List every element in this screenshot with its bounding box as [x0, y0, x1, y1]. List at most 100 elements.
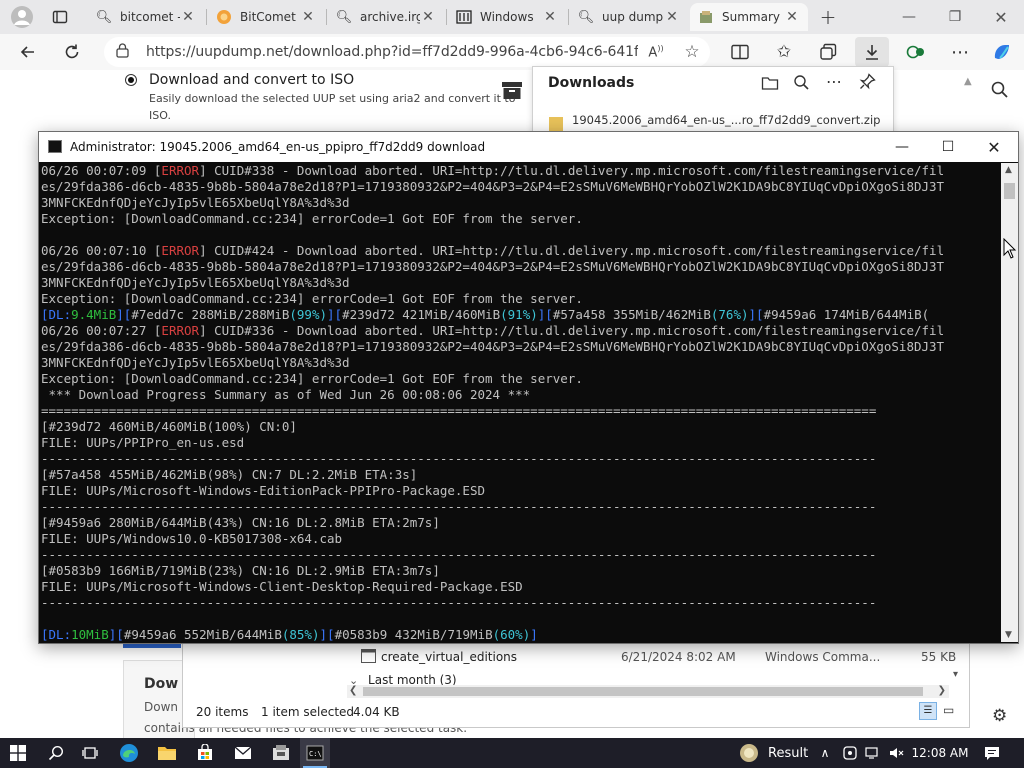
close-icon[interactable]: ✕ [784, 9, 800, 25]
console-text: (60%) [492, 627, 531, 641]
weather-widget[interactable]: Result [738, 738, 812, 768]
download-item-name[interactable]: 19045.2006_amd64_en-us_...ro_ff7d2dd9_co… [572, 113, 880, 127]
file-row[interactable]: create_virtual_editions 6/21/2024 8:02 A… [183, 647, 967, 667]
downloads-panel: Downloads ⋯ 19045.2006_amd64_en-us_...ro… [532, 66, 894, 138]
scroll-down-arrow[interactable]: ▼ [1005, 630, 1012, 640]
taskbar-cmd-active[interactable]: C:\ [300, 738, 330, 768]
settings-gear-icon[interactable]: ⚙ [992, 706, 1007, 726]
clock[interactable]: 12:08 AM [910, 738, 970, 768]
close-icon[interactable]: ✕ [300, 9, 316, 25]
card-text: Down [144, 700, 179, 714]
convert-iso-radio[interactable] [125, 74, 137, 86]
refresh-button[interactable] [58, 38, 86, 66]
close-icon[interactable]: ✕ [180, 9, 196, 25]
copilot-button[interactable] [988, 38, 1016, 66]
bitcomet-icon [216, 9, 232, 25]
mouse-cursor-icon [1003, 237, 1017, 263]
download-icon [866, 45, 878, 60]
browser-tab[interactable]: Windows ✕ [448, 3, 566, 31]
show-hidden-icons-button[interactable]: ∧ [816, 738, 834, 768]
option-description: Easily download the selected UUP set usi… [149, 92, 516, 105]
console-text: ----------------------------------------… [41, 595, 877, 610]
url-text[interactable]: https://uupdump.net/download.php?id=ff7d… [146, 44, 638, 60]
console-close-button[interactable]: ✕ [971, 132, 1017, 162]
taskbar-app[interactable] [266, 738, 296, 768]
scroll-up-arrow[interactable]: ▲ [1005, 165, 1012, 175]
zip-file-icon [549, 117, 563, 131]
taskbar-store[interactable] [190, 738, 220, 768]
console-output[interactable]: 06/26 00:07:09 [ERROR] CUID#338 - Downlo… [41, 163, 999, 641]
collections-button[interactable] [814, 38, 842, 66]
browser-tab-bar: 🔍︎ bitcomet - ✕ BitComet ✕ 🔍︎ archive.ir… [0, 0, 1024, 34]
close-icon[interactable]: ✕ [542, 9, 558, 25]
downloads-button[interactable] [855, 37, 889, 67]
file-size: 55 KB [921, 650, 957, 664]
favorite-star-icon[interactable]: ☆ [674, 42, 710, 62]
console-text: 3MNFCKEdnfQDjeYcJyIp5vlE65XbeUqlY8A%3d%3… [41, 195, 350, 210]
console-text: [ [41, 307, 49, 322]
console-scrollbar[interactable]: ▲ ▼ [1001, 163, 1018, 642]
tab-label: bitcomet - [120, 10, 180, 24]
address-bar[interactable]: https://uupdump.net/download.php?id=ff7d… [104, 37, 710, 67]
browser-tab[interactable]: 🔍︎ bitcomet - ✕ [88, 3, 204, 31]
tab-label: archive.irg [360, 10, 420, 24]
console-line: 06/26 00:07:09 [ERROR] CUID#338 - Downlo… [41, 163, 999, 179]
search-downloads-icon[interactable] [793, 74, 810, 94]
tab-label: uup dump [602, 10, 664, 24]
details-view-icon[interactable]: ☰ [919, 702, 937, 720]
horizontal-scrollbar[interactable]: ❮ ❯ [347, 685, 949, 698]
more-options-icon[interactable]: ⋯ [826, 72, 842, 91]
open-folder-icon[interactable] [761, 75, 779, 94]
new-tab-button[interactable]: + [814, 3, 842, 31]
mail-icon [234, 746, 252, 759]
tab-actions-icon [52, 10, 68, 24]
page-scrollbar-up[interactable]: ▲ [964, 76, 972, 87]
error-tag: ERROR [161, 243, 200, 258]
explorer-scroll-down[interactable]: ▾ [953, 669, 958, 680]
search-button[interactable] [42, 738, 70, 768]
console-title-bar[interactable]: Administrator: 19045.2006_amd64_en-us_pp… [39, 132, 1018, 162]
tray-app-icon[interactable] [840, 738, 860, 768]
split-screen-button[interactable] [726, 38, 754, 66]
lock-icon[interactable] [116, 42, 132, 62]
pin-icon[interactable] [859, 73, 876, 93]
scroll-left-arrow[interactable]: ❮ [349, 685, 357, 696]
profile-avatar[interactable] [8, 3, 36, 31]
scroll-right-arrow[interactable]: ❯ [938, 685, 946, 696]
read-aloud-icon[interactable]: A)) [638, 44, 674, 60]
console-text: #0583b9 432MiB/719MiB [334, 627, 493, 641]
restore-button[interactable]: ❐ [932, 0, 978, 34]
start-button[interactable] [4, 738, 32, 768]
extension-button[interactable] [902, 38, 930, 66]
browser-tab-active[interactable]: Summary ✕ [690, 3, 808, 31]
group-header[interactable]: ⌄ Last month (3) [349, 673, 457, 685]
more-menu-button[interactable]: ⋯ [946, 38, 974, 66]
taskbar-mail[interactable] [228, 738, 258, 768]
scroll-thumb[interactable] [363, 687, 923, 696]
volume-muted-icon[interactable] [886, 738, 908, 768]
taskbar-edge[interactable] [114, 738, 144, 768]
browser-tab[interactable]: BitComet ✕ [208, 3, 324, 31]
tiles-view-icon[interactable]: ▭ [943, 703, 954, 717]
search-icon[interactable] [990, 80, 1010, 103]
taskbar-file-explorer[interactable] [152, 738, 182, 768]
minimize-button[interactable]: — [886, 0, 932, 34]
task-view-button[interactable] [76, 738, 104, 768]
downloads-title: Downloads [548, 75, 635, 91]
browser-tab[interactable]: 🔍︎ archive.irg ✕ [328, 3, 444, 31]
close-icon[interactable]: ✕ [664, 9, 680, 25]
scroll-thumb[interactable] [1004, 183, 1015, 199]
browser-tab[interactable]: 🔍︎ uup dump ✕ [570, 3, 688, 31]
tab-actions-button[interactable] [46, 3, 74, 31]
close-window-button[interactable]: ✕ [978, 0, 1024, 34]
network-icon[interactable] [862, 738, 884, 768]
back-button[interactable] [14, 38, 42, 66]
close-icon[interactable]: ✕ [420, 9, 436, 25]
favorites-button[interactable]: ✩ [770, 38, 798, 66]
notifications-button[interactable] [980, 738, 1004, 768]
console-maximize-button[interactable]: ☐ [925, 132, 971, 162]
console-line: [#57a458 455MiB/462MiB(98%) CN:7 DL:2.2M… [41, 467, 999, 483]
console-minimize-button[interactable]: — [879, 132, 925, 162]
console-text: ] CUID#336 - Download aborted. URI=http:… [199, 323, 945, 338]
